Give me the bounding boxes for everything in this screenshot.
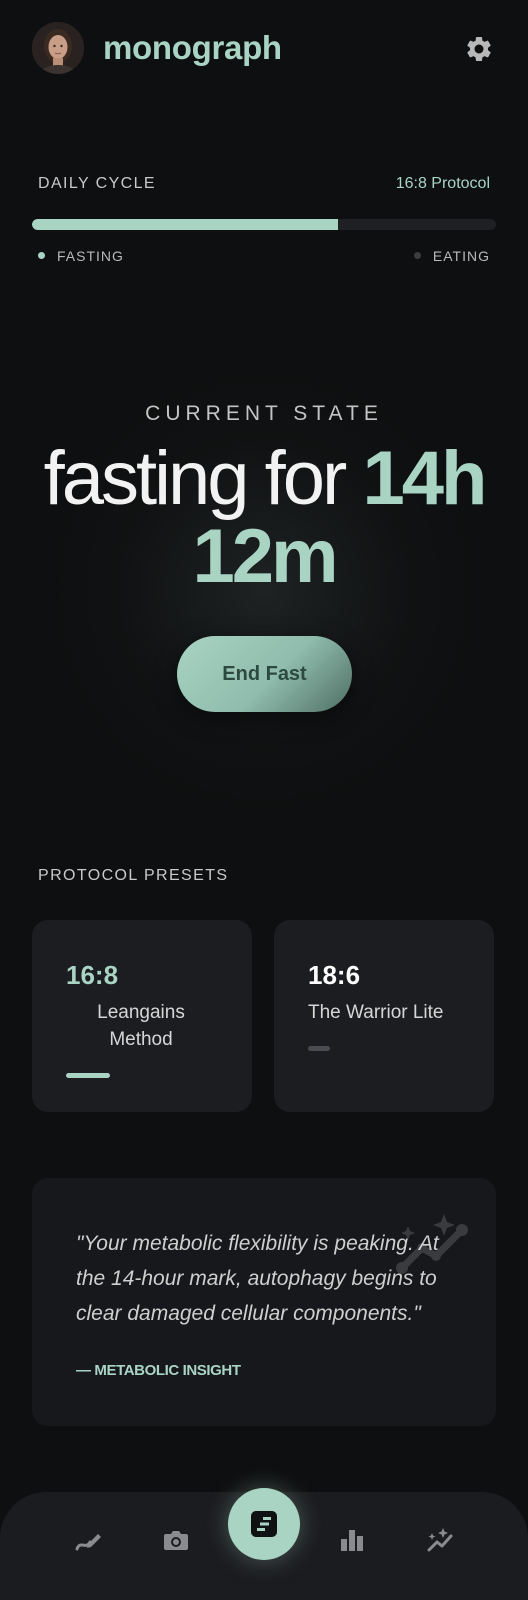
fasting-prefix: fasting for: [43, 436, 348, 521]
insight-attribution: — METABOLIC INSIGHT: [76, 1362, 241, 1379]
preset-card-18-6[interactable]: 18:6 The Warrior Lite: [274, 920, 494, 1112]
insight-quote: "Your metabolic flexibility is peaking. …: [76, 1232, 439, 1325]
eating-dot-icon: [413, 252, 421, 259]
fasting-duration-text: fasting for 14h 12m: [0, 440, 528, 596]
cycle-progress-bar: [32, 219, 496, 230]
gear-icon[interactable]: [464, 34, 494, 64]
log-icon[interactable]: [68, 1520, 108, 1560]
app-root: monograph DAILY CYCLE 16:8 Protocol FAST…: [0, 0, 528, 1600]
bottom-nav: [0, 1488, 528, 1600]
legend-eating-label: EATING: [432, 248, 490, 264]
fasting-dot-icon: [38, 252, 45, 259]
camera-icon[interactable]: [156, 1520, 196, 1560]
user-avatar[interactable]: [32, 22, 84, 74]
brand-title: monograph: [103, 29, 282, 66]
legend-fasting: FASTING: [38, 248, 124, 264]
active-protocol-label[interactable]: 16:8 Protocol: [396, 175, 490, 193]
stats-icon[interactable]: [332, 1520, 372, 1560]
end-fast-button[interactable]: End Fast: [177, 636, 352, 712]
journal-icon[interactable]: [228, 1488, 300, 1560]
preset-ratio: 18:6: [308, 960, 361, 990]
preset-card-16-8[interactable]: 16:8 Leangains Method: [32, 920, 252, 1112]
preset-ratio: 16:8: [66, 960, 119, 990]
insights-icon[interactable]: [420, 1520, 460, 1560]
cycle-progress-fill: [32, 219, 339, 230]
preset-name: Leangains Method: [97, 1002, 185, 1050]
current-state-label: CURRENT STATE: [145, 402, 383, 425]
preset-indicator: [308, 1046, 330, 1051]
legend-fasting-label: FASTING: [57, 248, 124, 264]
preset-active-indicator: [66, 1073, 110, 1078]
preset-name: The Warrior Lite: [308, 1002, 444, 1023]
daily-cycle-label: DAILY CYCLE: [38, 175, 156, 192]
protocol-presets-label: PROTOCOL PRESETS: [38, 867, 229, 884]
legend-eating: EATING: [413, 248, 490, 264]
header: monograph: [0, 0, 528, 100]
insight-card: "Your metabolic flexibility is peaking. …: [32, 1178, 496, 1426]
avatar-portrait-icon: [32, 22, 84, 74]
